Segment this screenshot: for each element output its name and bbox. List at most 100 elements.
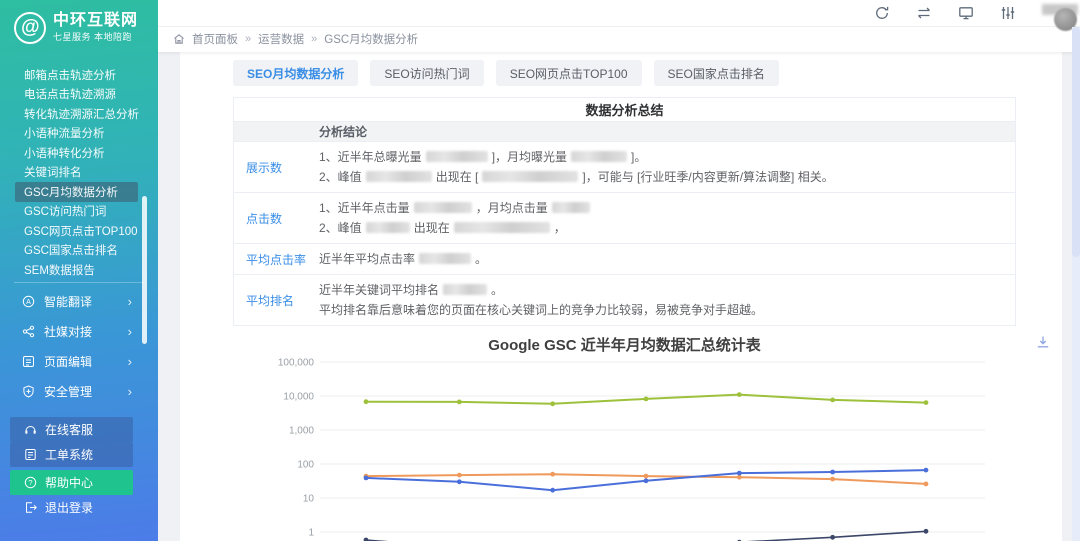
download-icon[interactable] [1035, 334, 1051, 350]
sidebar-item[interactable]: 小语种转化分析 [0, 143, 158, 163]
sidebar-footer-item[interactable]: 工单系统 [10, 442, 133, 467]
green-series-point [550, 401, 555, 406]
breadcrumb: 首页面板»运营数据»GSC月均数据分析 [158, 27, 1080, 51]
sidebar-item[interactable]: 邮箱点击轨迹分析 [0, 65, 158, 85]
analysis-text: ]。 [631, 150, 646, 164]
sidebar-item[interactable]: 关键词排名 [0, 163, 158, 183]
y-axis-tick-label: 100,000 [278, 358, 315, 369]
green-series-point [830, 398, 835, 403]
sidebar-group-item[interactable]: A智能翻译› [0, 287, 158, 317]
green-series-point [737, 392, 742, 397]
sidebar-footer-item[interactable]: 在线客服 [10, 417, 133, 442]
brand-logo-icon: @ [14, 12, 46, 44]
tab-active[interactable]: SEO月均数据分析 [233, 60, 358, 86]
swap-icon[interactable] [916, 5, 932, 21]
sidebar-item[interactable]: GSC网页点击TOP100 [0, 221, 158, 241]
sidebar-group-label: 页面编辑 [44, 353, 92, 370]
app-window: @ 中环互联网 七星服务 本地陪跑 邮箱点击轨迹分析电话点击轨迹溯源转化轨迹溯源… [0, 0, 1080, 541]
orange-series-point [644, 474, 649, 479]
analysis-text: 平均排名靠后意味着您的页面在核心关键词上的竞争力比较弱，易被竞争对手超越。 [319, 303, 763, 317]
analysis-text: 出现在 [ [436, 170, 479, 184]
analysis-text: ]，可能与 [行业旺季/内容更新/算法调整] 相关。 [582, 170, 833, 184]
green-series-point [644, 397, 649, 402]
sidebar-footer: 在线客服工单系统 ?帮助中心退出登录 [0, 417, 158, 520]
redacted-value [426, 151, 488, 162]
sidebar-item[interactable]: 电话点击轨迹溯源 [0, 85, 158, 105]
table-row: 平均排名近半年关键词平均排名。平均排名靠后意味着您的页面在核心关键词上的竞争力比… [234, 275, 1015, 325]
sidebar-groups: A智能翻译›社媒对接›页面编辑›安全管理› [0, 283, 158, 407]
redacted-value [552, 202, 590, 213]
blue-series-point [364, 476, 369, 481]
orange-series-point [924, 482, 929, 487]
y-axis-tick-label: 100 [297, 460, 314, 471]
analysis-text: 出现在 [414, 221, 450, 235]
analysis-text: ， [554, 221, 566, 235]
analysis-text: 2、峰值 [319, 170, 362, 184]
page-scrollbar-thumb[interactable] [1072, 27, 1080, 257]
redacted-value [414, 202, 472, 213]
sidebar-group-item[interactable]: 页面编辑› [0, 347, 158, 377]
row-content: 近半年平均点击率 。 [319, 244, 1015, 274]
sidebar-group-item[interactable]: 安全管理› [0, 377, 158, 407]
sidebar-item-active[interactable]: GSC月均数据分析 [15, 182, 138, 202]
tab-bar: SEO月均数据分析 SEO访问热门词 SEO网页点击TOP100 SEO国家点击排名 [233, 60, 779, 86]
logout-icon [24, 501, 37, 514]
ticket-icon [24, 448, 37, 461]
orange-series-point [737, 475, 742, 480]
sidebar-footer-label: 在线客服 [45, 421, 93, 438]
orange-series-point [550, 472, 555, 477]
sidebar-item[interactable]: 小语种流量分析 [0, 124, 158, 144]
sidebar-item[interactable]: GSC国家点击排名 [0, 241, 158, 261]
breadcrumb-item[interactable]: 首页面板 [192, 31, 238, 47]
breadcrumb-item[interactable]: GSC月均数据分析 [324, 31, 418, 47]
security-icon [22, 385, 35, 398]
refresh-icon[interactable] [874, 5, 890, 21]
navy-series-point [924, 529, 929, 534]
analysis-text: 2、峰值 [319, 221, 362, 235]
sidebar-group-item[interactable]: 社媒对接› [0, 317, 158, 347]
sidebar-group-label: 智能翻译 [44, 293, 92, 310]
breadcrumb-separator: » [245, 33, 251, 45]
tab[interactable]: SEO访问热门词 [370, 60, 483, 86]
blue-series-point [457, 479, 462, 484]
y-axis-tick-label: 1,000 [289, 426, 314, 437]
analysis-text: ]，月均曝光量 [492, 150, 567, 164]
redacted-value [419, 253, 471, 264]
column-settings-icon[interactable] [1000, 5, 1016, 21]
table-row: 平均点击率近半年平均点击率。 [234, 244, 1015, 275]
sidebar-scrollbar[interactable] [142, 196, 147, 344]
summary-table-title: 数据分析总结 [234, 98, 1015, 122]
sidebar-footer-label: 工单系统 [45, 446, 93, 463]
brand-tagline: 七星服务 本地陪跑 [53, 30, 138, 43]
sidebar-footer-item[interactable]: 退出登录 [10, 495, 133, 520]
analysis-text: 。 [491, 283, 503, 297]
sidebar-item[interactable]: 转化轨迹溯源汇总分析 [0, 104, 158, 124]
row-label: 平均排名 [234, 275, 319, 325]
blue-series-point [924, 468, 929, 473]
blue-series-point [550, 488, 555, 493]
page-scrollbar[interactable] [1072, 27, 1080, 541]
analysis-text: 。 [475, 252, 487, 266]
navy-series-point [830, 535, 835, 540]
sidebar-item[interactable]: SEM数据报告 [0, 260, 158, 280]
tab[interactable]: SEO国家点击排名 [654, 60, 779, 86]
green-series-point [924, 400, 929, 405]
analysis-text: 近半年平均点击率 [319, 252, 415, 266]
sidebar-footer-item[interactable]: ?帮助中心 [10, 470, 133, 495]
sidebar-group-label: 安全管理 [44, 383, 92, 400]
sidebar-item[interactable]: GSC访问热门词 [0, 202, 158, 222]
y-axis-tick-label: 10,000 [283, 392, 314, 403]
orange-series-point [830, 477, 835, 482]
monitor-icon[interactable] [958, 5, 974, 21]
tab[interactable]: SEO网页点击TOP100 [496, 60, 642, 86]
headset-icon [24, 423, 37, 436]
chevron-right-icon: › [128, 294, 132, 309]
row-label: 点击数 [234, 193, 319, 243]
redacted-value [454, 222, 550, 233]
breadcrumb-item[interactable]: 运营数据 [258, 31, 304, 47]
social-icon [22, 325, 35, 338]
analysis-text: 1、近半年总曝光量 [319, 150, 422, 164]
question-icon: ? [24, 476, 37, 489]
page-edit-icon [22, 355, 35, 368]
blue-series-point [737, 471, 742, 476]
